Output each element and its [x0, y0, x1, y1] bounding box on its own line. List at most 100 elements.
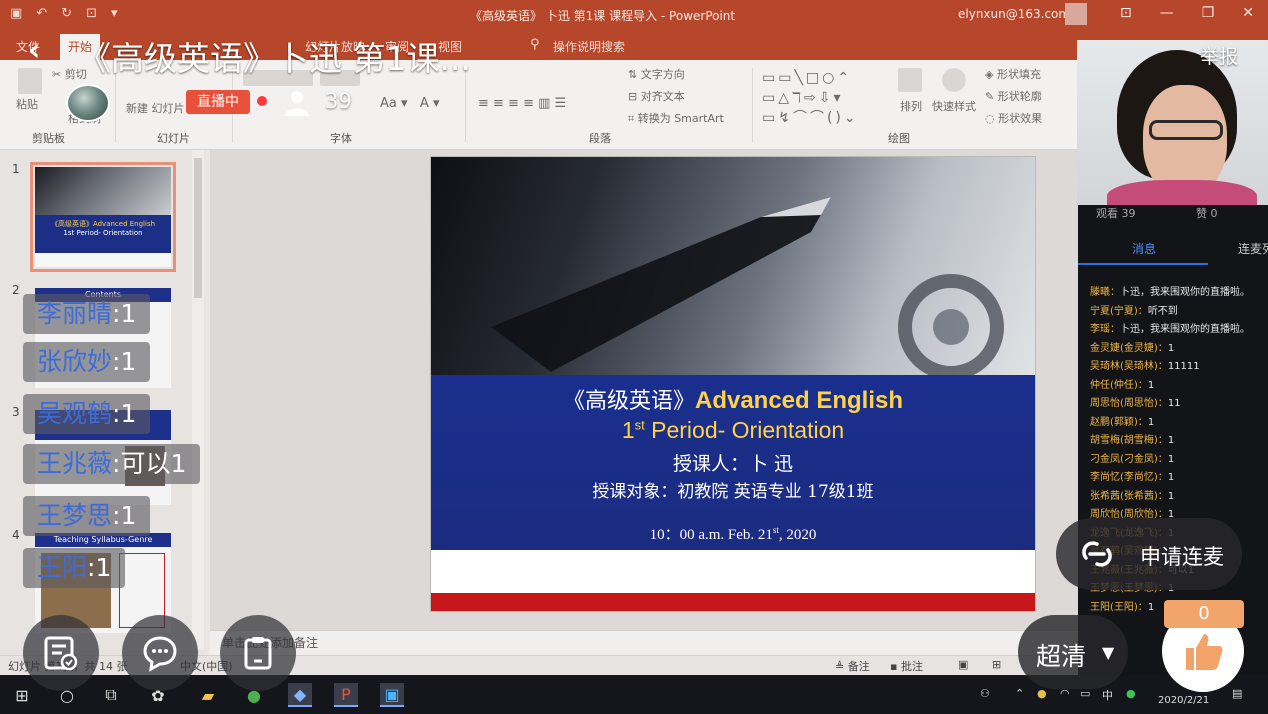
normal-view-icon[interactable]: ▣ [958, 658, 968, 671]
notes-pane[interactable]: 单击此处添加备注 [210, 630, 1078, 655]
chat-username[interactable]: 王阳(王阳)： [1090, 602, 1148, 613]
chat-username[interactable]: 李尚忆(李尚忆)： [1090, 472, 1168, 483]
arrange-icon[interactable] [898, 68, 922, 92]
window-controls: ⊡ — ❐ ✕ [1120, 5, 1254, 21]
cam-face [1143, 85, 1227, 195]
chat-username[interactable]: 张希茜(张希茜)： [1090, 491, 1168, 502]
customize-qat-icon[interactable]: ▾ [111, 6, 118, 21]
ribbon-display-icon[interactable]: ⊡ [1120, 5, 1132, 21]
course-title-en: Advanced English [694, 387, 904, 414]
thumb-photo [35, 167, 171, 215]
account-avatar[interactable] [1065, 3, 1087, 25]
report-button[interactable]: 举报 [1200, 42, 1238, 69]
chat-text: 1 [1167, 435, 1175, 446]
align-text-button[interactable]: ⊟ 对齐文本 [628, 88, 685, 104]
redo-icon[interactable]: ↻ [61, 6, 72, 21]
danmu-username: 王阳 [37, 553, 88, 582]
slide-teacher: 授课人：卜 迅 [672, 453, 794, 475]
shape-fill-button[interactable]: ◈ 形状填充 [985, 66, 1041, 82]
caret-down-icon: ▼ [1102, 643, 1115, 662]
paste-icon[interactable] [18, 68, 42, 94]
current-slide[interactable]: 《高级英语》Advanced English 1st Period- Orien… [431, 157, 1035, 611]
file-explorer-icon[interactable]: ▰ [196, 683, 220, 707]
quick-styles-icon[interactable] [942, 68, 966, 92]
text-direction-button[interactable]: ⇅ 文字方向 [628, 66, 685, 82]
ime-indicator[interactable]: 中 [1102, 687, 1113, 703]
quick-styles-label[interactable]: 快速样式 [932, 98, 976, 114]
chat-tab-messages[interactable]: 消息 [1132, 240, 1156, 257]
chat-username[interactable]: 周思怡(周思怡)： [1090, 398, 1168, 409]
chat-username[interactable]: 赵鹏(郭颖)： [1090, 417, 1148, 428]
chat-like-stat: 赞 0 [1196, 207, 1218, 220]
link-mic-icon [1082, 541, 1112, 567]
chat-message: 仲任(仲任)：1 [1090, 376, 1154, 391]
task-view-icon[interactable]: ⧉ [99, 683, 123, 707]
chat-message: 滕曦：卜迅，我来围观你的直播啦。 [1090, 283, 1250, 298]
chat-username[interactable]: 金灵婕(金灵婕)： [1090, 343, 1168, 354]
shape-outline-button[interactable]: ✎ 形状轮廓 [985, 88, 1042, 104]
webcam-video[interactable] [1077, 40, 1268, 205]
minimize-icon[interactable]: — [1160, 5, 1174, 21]
chat-username[interactable]: 李瑶： [1090, 324, 1120, 335]
font-format-icons[interactable]: Aa ▾ A ▾ [380, 96, 439, 111]
group-separator [752, 68, 753, 142]
comment-button[interactable] [122, 615, 198, 691]
shape-effects-button[interactable]: ◌ 形状效果 [985, 110, 1042, 126]
new-slide-button[interactable]: 新建 幻灯片 [126, 100, 185, 116]
thumbnails-scrollbar[interactable] [192, 150, 204, 650]
windows-start-icon[interactable]: ⊞ [10, 683, 34, 707]
slide-sorter-icon[interactable]: ⊞ [992, 658, 1001, 671]
danmu-username: 吴观鹤 [37, 399, 113, 428]
chat-tab-indicator [1078, 263, 1208, 265]
account-email[interactable]: elynxun@163.com [958, 7, 1070, 21]
courseware-button[interactable] [23, 615, 99, 691]
taskbar-date[interactable]: 2020/2/21 [1158, 695, 1209, 706]
align-text-label: 对齐文本 [640, 90, 685, 103]
powerpoint-icon[interactable]: P [334, 683, 358, 707]
app-root: ▣ ↶ ↻ ⊡ ▾ 《高级英语》 卜迅 第1课 课程导入 - PowerPoin… [0, 0, 1268, 714]
notification-icon[interactable]: ▤ [1232, 687, 1242, 700]
app-blue-icon[interactable]: ◆ [288, 683, 312, 707]
start-from-beginning-icon[interactable]: ⊡ [86, 6, 97, 21]
chat-tab-mic-list[interactable]: 连麦列 [1238, 240, 1268, 257]
restore-icon[interactable]: ❐ [1202, 5, 1215, 21]
tray-expand-icon[interactable]: ⌃ [1015, 687, 1024, 700]
tell-me-search[interactable]: 操作说明搜索 [553, 38, 625, 55]
chat-username[interactable]: 胡雪梅(胡雪梅)： [1090, 435, 1168, 446]
danmu-text: :1 [87, 553, 112, 582]
chat-username[interactable]: 宁夏(宁夏)： [1090, 306, 1148, 317]
host-avatar[interactable] [66, 84, 110, 122]
chat-username[interactable]: 滕曦： [1090, 287, 1120, 298]
smartart-button[interactable]: ⌗ 转换为 SmartArt [628, 110, 724, 126]
people-icon[interactable]: ⚇ [980, 687, 990, 700]
notes-toggle[interactable]: ≜ 备注 [835, 658, 870, 674]
chat-username[interactable]: 吴琦林(吴琦林)： [1090, 361, 1168, 372]
shape-outline-label: 形状轮廓 [997, 90, 1042, 103]
danmu-comment: 李丽晴:1 [23, 294, 151, 334]
back-chevron-icon[interactable]: ‹ [28, 33, 40, 68]
undo-icon[interactable]: ↶ [36, 6, 47, 21]
comments-toggle[interactable]: ▪ 批注 [890, 658, 923, 674]
save-icon[interactable]: ▣ [10, 6, 22, 21]
shapes-gallery[interactable]: ▭▭╲□○⌃ ▭△ℸ⇨⇩▾ ▭↯⌒⌒()⌄ [762, 68, 859, 128]
clipboard-button[interactable] [220, 615, 296, 691]
scrollbar-thumb[interactable] [194, 158, 202, 298]
danmu-username: 张欣妙 [37, 347, 113, 376]
chat-username[interactable]: 仲任(仲任)： [1090, 380, 1148, 391]
tray-badge-icon[interactable]: ● [1126, 687, 1136, 700]
arrange-label[interactable]: 排列 [900, 98, 922, 114]
fountain-pen-photo [431, 157, 1035, 380]
chat-username[interactable]: 刁金凤(刁金凤)： [1090, 454, 1168, 465]
live-app-icon[interactable]: ▣ [380, 683, 404, 707]
slide-thumbnail-1[interactable]: 《高级英语》Advanced English 1st Period- Orien… [30, 162, 176, 272]
close-icon[interactable]: ✕ [1242, 5, 1254, 21]
slide-time: 10：00 a.m. Feb. 21st, 2020 [431, 523, 1035, 544]
tray-app-icon[interactable]: ● [1037, 687, 1047, 700]
period-suffix: st [634, 417, 645, 433]
like-count: 0 [1164, 600, 1244, 628]
paragraph-align-icons[interactable]: ≡ ≡ ≡ ≡ ▥ ☰ [478, 96, 566, 111]
period-text: Period- Orientation [644, 417, 845, 443]
apply-mic-button[interactable]: 申请连麦 [1056, 518, 1242, 590]
quality-selector[interactable]: 超清 ▼ [1018, 615, 1128, 689]
group-label-slides: 幻灯片 [157, 132, 190, 145]
